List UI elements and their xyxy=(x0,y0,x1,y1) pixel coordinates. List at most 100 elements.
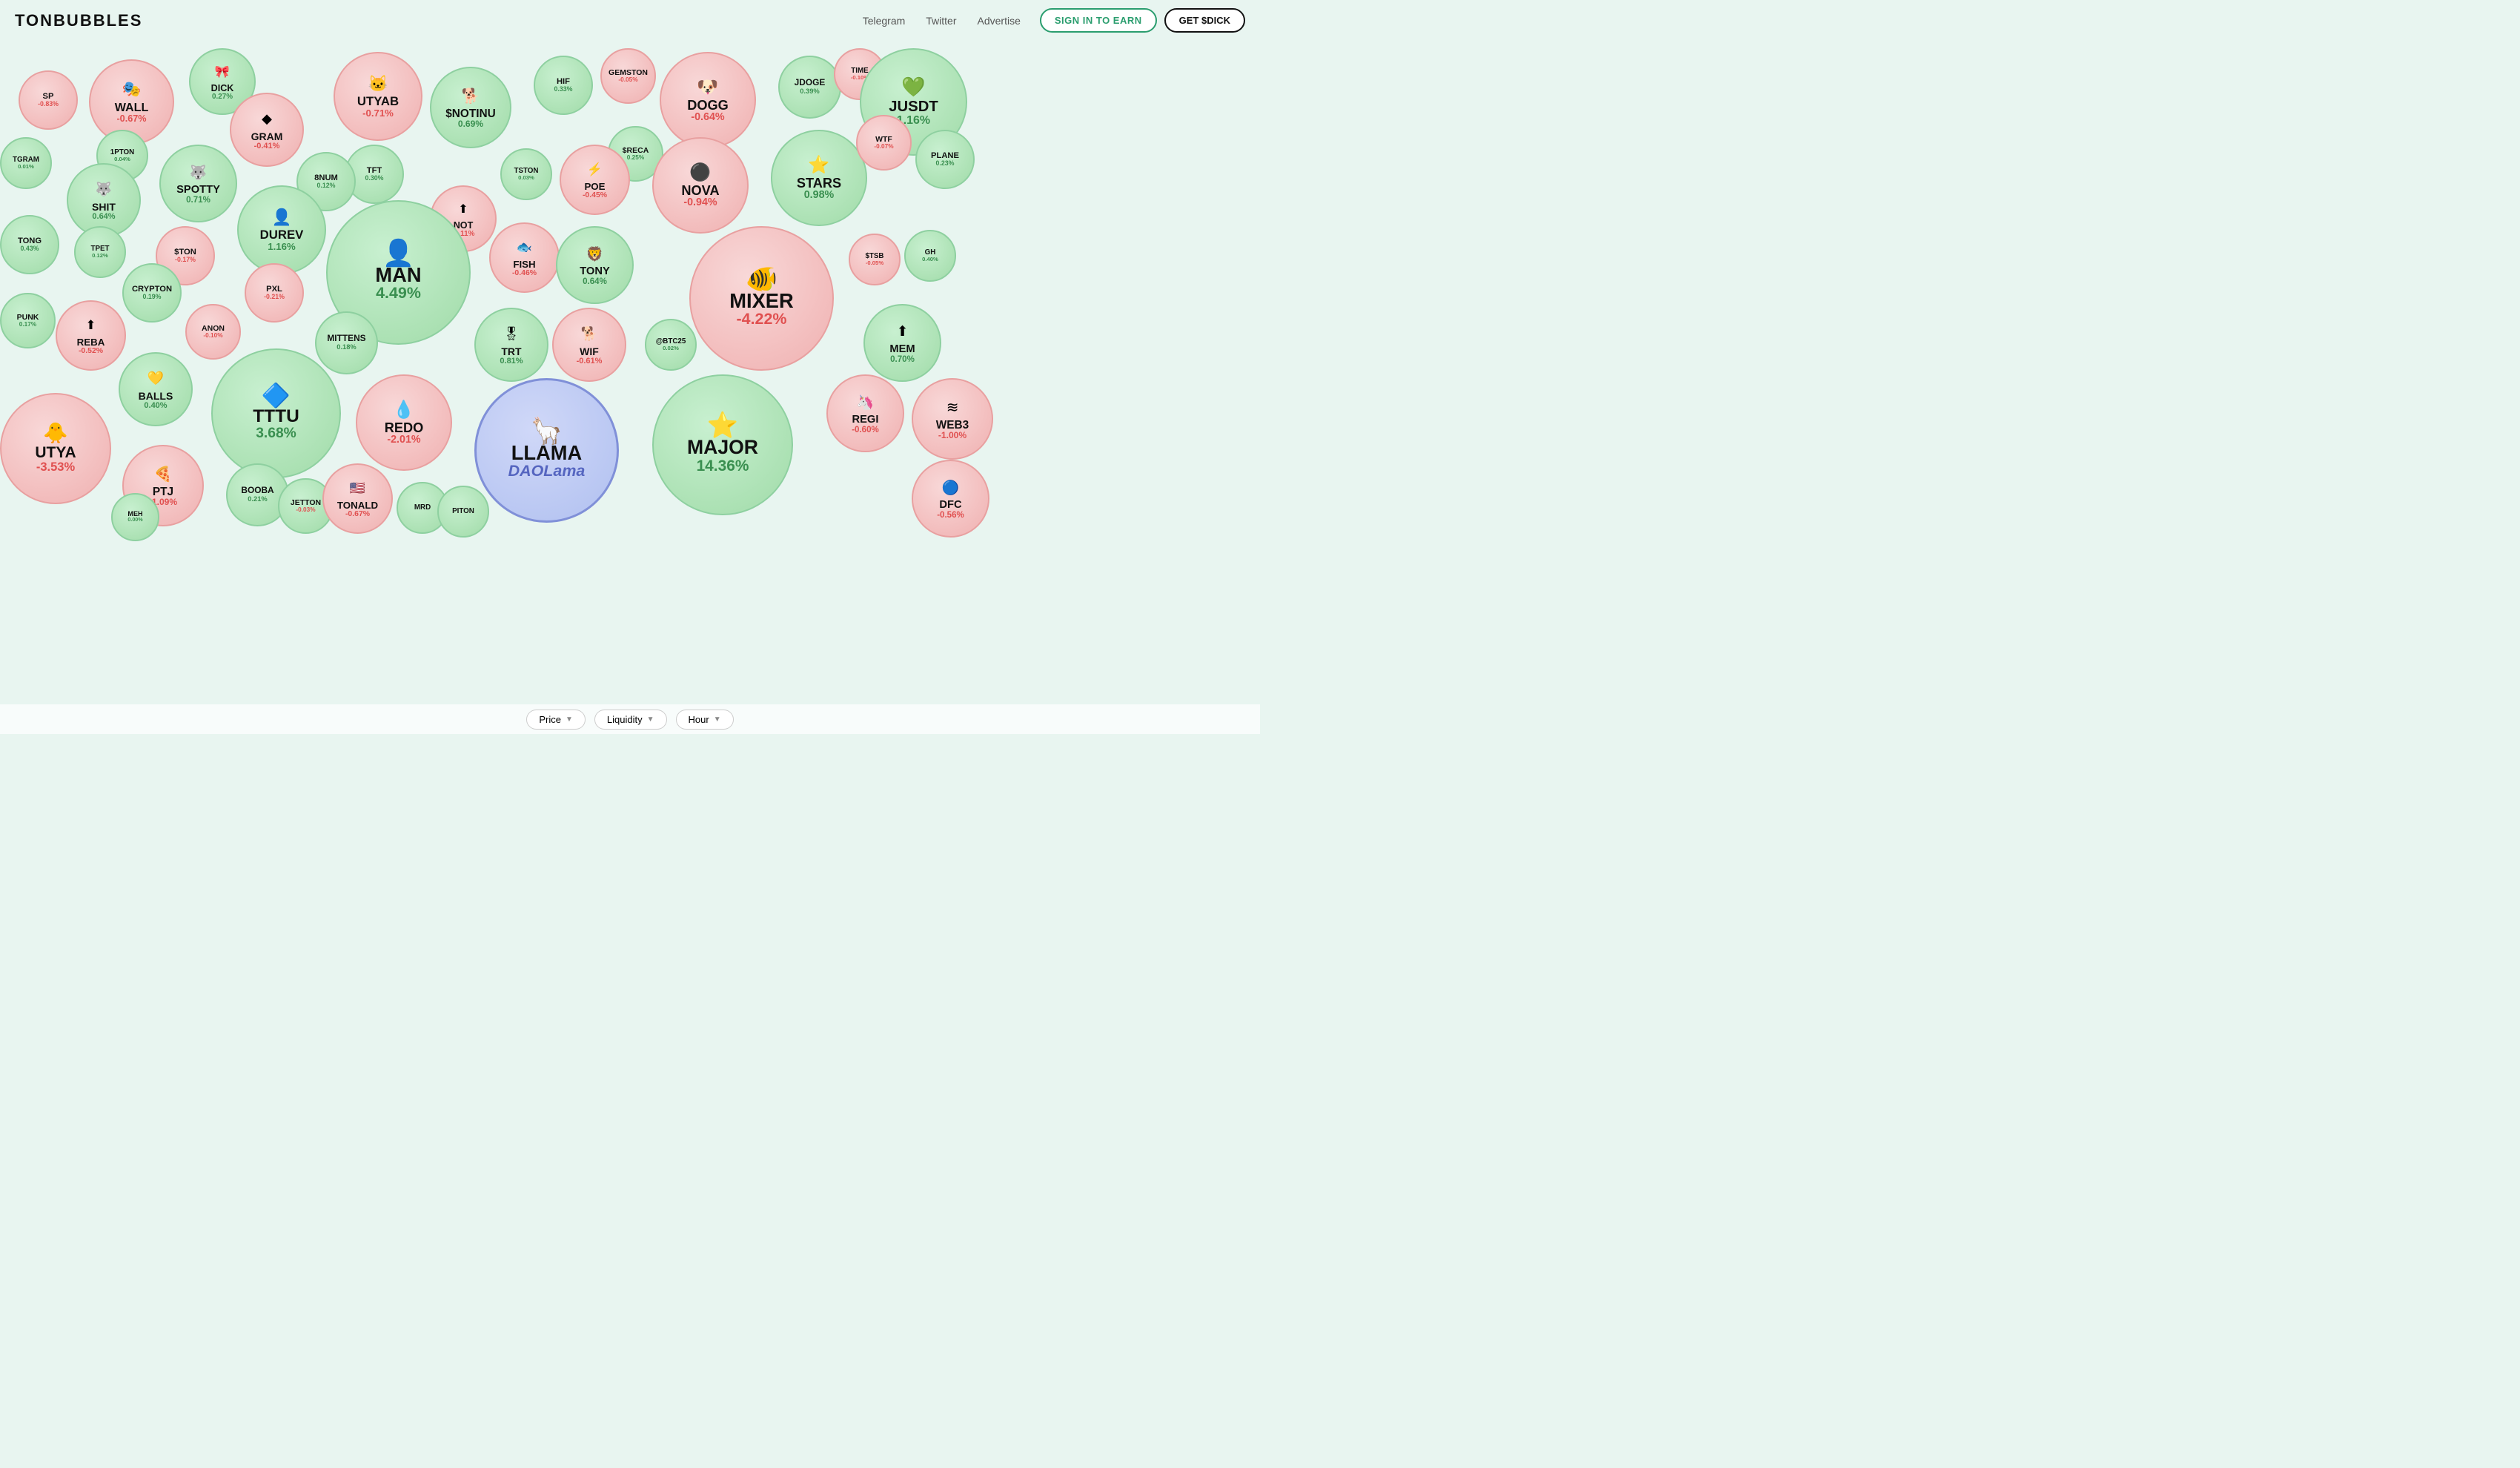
bubble-gram[interactable]: ◆GRAM-0.41% xyxy=(230,93,304,167)
bubble-fish[interactable]: 🐟FISH-0.46% xyxy=(489,222,560,293)
bubble-tony[interactable]: 🦁TONY0.64% xyxy=(556,226,634,304)
spotty-pct: 0.71% xyxy=(186,196,210,205)
nav-telegram[interactable]: Telegram xyxy=(863,15,906,27)
sp-pct: -0.83% xyxy=(38,101,59,108)
bubble-tpet[interactable]: TPET0.12% xyxy=(74,226,126,278)
bubble-durev[interactable]: 👤DUREV1.16% xyxy=(237,185,326,274)
poe-name: POE xyxy=(584,182,605,191)
ptj-name: PTJ xyxy=(153,486,173,497)
bubble-plane[interactable]: PLANE0.23% xyxy=(915,130,975,189)
reba-pct: -0.52% xyxy=(79,347,103,355)
major-pct: 14.36% xyxy=(697,457,749,475)
spotty-name: SPOTTY xyxy=(176,185,220,196)
nav-twitter[interactable]: Twitter xyxy=(926,15,956,27)
bubble-redo[interactable]: 💧REDO-2.01% xyxy=(356,374,452,471)
bubble-dfc[interactable]: 🔵DFC-0.56% xyxy=(912,460,989,538)
bubble-tong[interactable]: TONG0.43% xyxy=(0,215,59,274)
jetton-pct: -0.03% xyxy=(296,506,315,513)
tsb-pct: -0.05% xyxy=(866,260,883,266)
snotinu-pct: 0.69% xyxy=(458,119,483,129)
bubble-spotty[interactable]: 🐺SPOTTY0.71% xyxy=(159,145,237,222)
bubble-sp[interactable]: SP-0.83% xyxy=(19,70,78,130)
bubble-mittens[interactable]: MITTENS0.18% xyxy=(315,311,378,374)
bubble-tonald[interactable]: 🇺🇸TONALD-0.67% xyxy=(322,463,393,534)
bubble-btc25[interactable]: @BTC250.02% xyxy=(645,319,697,371)
dogg-name: DOGG xyxy=(687,99,729,112)
man-name: MAN xyxy=(375,265,421,285)
dick-name: DICK xyxy=(211,84,234,93)
bubble-crypton[interactable]: CRYPTON0.19% xyxy=(122,263,182,323)
bubble-tgram[interactable]: TGRAM0.01% xyxy=(0,137,52,189)
bubble-piton[interactable]: PITON xyxy=(437,486,489,538)
web3-name: WEB3 xyxy=(936,420,969,431)
bubble-punk[interactable]: PUNK0.17% xyxy=(0,293,56,348)
footer-bar: Price ▼ Liquidity ▼ Hour ▼ xyxy=(0,704,1260,734)
shit-pct: 0.64% xyxy=(92,212,115,221)
bubble-wtf[interactable]: WTF-0.07% xyxy=(856,115,912,171)
bubble-trt[interactable]: 🎖TRT0.81% xyxy=(474,308,548,382)
nav-advertise[interactable]: Advertise xyxy=(978,15,1021,27)
durev-pct: 1.16% xyxy=(268,242,295,253)
web3-pct: -1.00% xyxy=(938,431,966,440)
sreca-pct: 0.25% xyxy=(627,154,644,161)
bubble-snotinu[interactable]: 🐕$NOTINU0.69% xyxy=(430,67,511,148)
redo-name: REDO xyxy=(385,421,424,434)
bubble-major[interactable]: ⭐MAJOR14.36% xyxy=(652,374,793,515)
nova-name: NOVA xyxy=(681,184,719,197)
bubble-mem[interactable]: ⬆MEM0.70% xyxy=(863,304,941,382)
bubble-anon[interactable]: ANON-0.10% xyxy=(185,304,241,360)
bubble-llama[interactable]: 🦙LLAMADAOLama xyxy=(474,378,619,523)
nova-pct: -0.94% xyxy=(683,197,717,209)
filter-price[interactable]: Price ▼ xyxy=(526,710,586,730)
reba-icon: ⬆ xyxy=(81,315,102,336)
bubble-gemston[interactable]: GEMSTON-0.05% xyxy=(600,48,656,104)
bubble-reba[interactable]: ⬆REBA-0.52% xyxy=(56,300,126,371)
bubble-utyab[interactable]: 🐱UTYAB-0.71% xyxy=(334,52,422,141)
bubble-hif[interactable]: HIF0.33% xyxy=(534,56,593,115)
tft-pct: 0.30% xyxy=(365,175,384,182)
durev-name: DUREV xyxy=(260,229,304,242)
jetton-name: JETTON xyxy=(291,499,321,507)
regi-icon: 🦄 xyxy=(855,392,876,413)
bubble-jdoge[interactable]: JDOGE0.39% xyxy=(778,56,841,119)
bubble-utya[interactable]: 🐥UTYA-3.53% xyxy=(0,393,111,504)
bubble-poe[interactable]: ⚡POE-0.45% xyxy=(560,145,630,215)
bubble-dogg[interactable]: 🐶DOGG-0.64% xyxy=(660,52,756,148)
wtf-pct: -0.07% xyxy=(874,143,893,150)
tong-pct: 0.43% xyxy=(21,245,39,253)
bubble-stars[interactable]: ⭐STARS0.98% xyxy=(771,130,867,226)
bubble-pxl[interactable]: PXL-0.21% xyxy=(245,263,304,323)
bubble-web3[interactable]: ≋ WEB3-1.00% xyxy=(912,378,993,460)
bubble-wif[interactable]: 🐕WIF-0.61% xyxy=(552,308,626,382)
bubble-meh[interactable]: MEH0.00% xyxy=(111,493,159,541)
dick-icon: 🎀 xyxy=(212,62,233,82)
wall-icon: 🎭 xyxy=(122,79,142,100)
wall-pct: -0.67% xyxy=(116,114,146,125)
wtf-name: WTF xyxy=(875,136,892,144)
filter-liquidity[interactable]: Liquidity ▼ xyxy=(594,710,667,730)
mittens-name: MITTENS xyxy=(327,334,365,343)
bubble-gh[interactable]: GH0.40% xyxy=(904,230,956,282)
major-icon: ⭐ xyxy=(712,415,733,436)
getdick-button[interactable]: GET $DICK xyxy=(1164,8,1245,33)
bubble-tttu[interactable]: 🔷TTTU3.68% xyxy=(211,348,341,478)
tgram-pct: 0.01% xyxy=(18,164,34,170)
bubble-mixer[interactable]: 🐠MIXER-4.22% xyxy=(689,226,834,371)
bubble-tsb[interactable]: $TSB-0.05% xyxy=(849,234,901,285)
filter-hour[interactable]: Hour ▼ xyxy=(676,710,734,730)
booba-pct: 0.21% xyxy=(248,495,268,503)
ston-pct: -0.17% xyxy=(175,257,196,264)
bubble-regi[interactable]: 🦄REGI-0.60% xyxy=(826,374,904,452)
dfc-icon: 🔵 xyxy=(941,477,961,498)
llama-name: LLAMA xyxy=(511,443,583,463)
signin-button[interactable]: SIGN IN TO EARN xyxy=(1040,8,1157,33)
mrd-name: MRD xyxy=(414,504,431,512)
bubble-nova[interactable]: ⚫NOVA-0.94% xyxy=(652,137,749,234)
web3-icon: ≋ xyxy=(942,397,963,418)
bubble-tston[interactable]: TSTON0.03% xyxy=(500,148,552,200)
bubble-balls[interactable]: 💛BALLS0.40% xyxy=(119,352,193,426)
dfc-pct: -0.56% xyxy=(937,511,964,520)
sreca-name: $RECA xyxy=(623,147,649,155)
reba-name: REBA xyxy=(77,337,105,347)
shit-name: SHIT xyxy=(92,202,116,212)
